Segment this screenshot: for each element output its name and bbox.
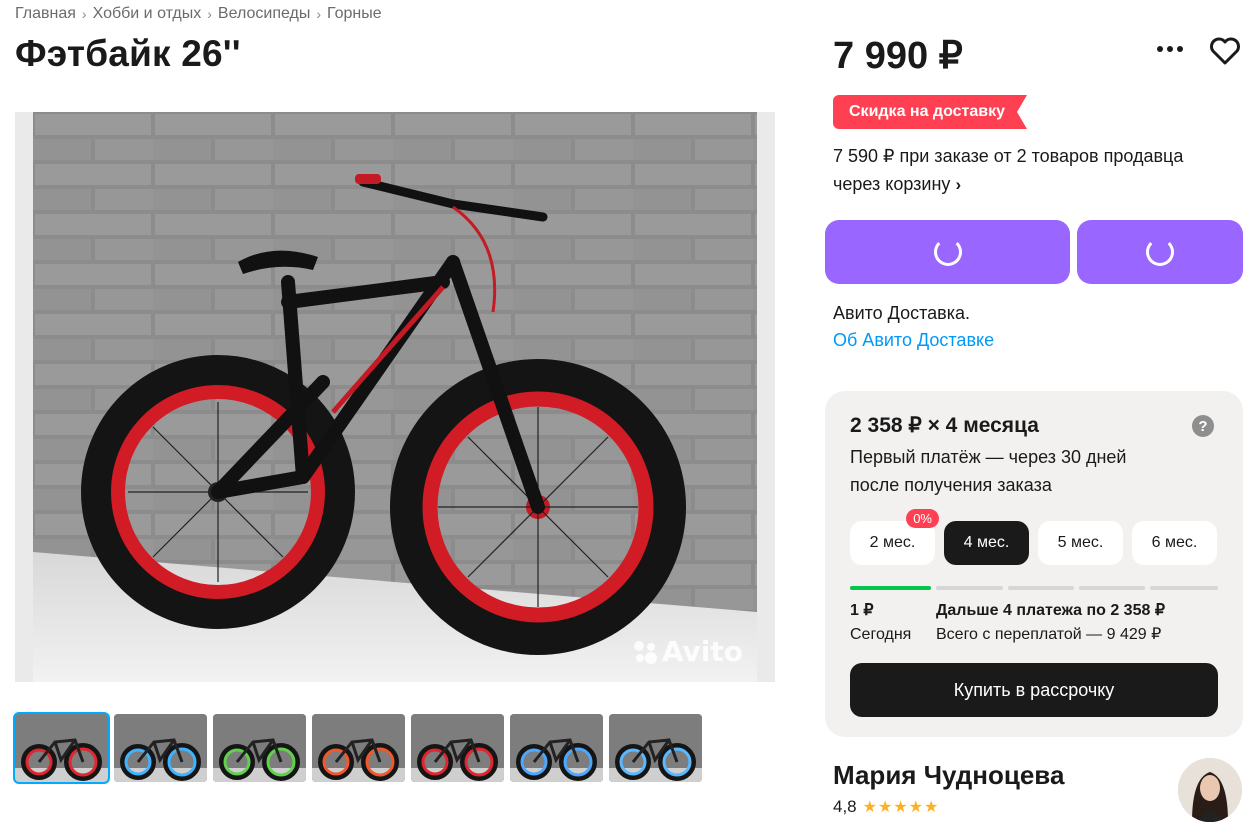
total-with-overpayment: Всего с переплатой — 9 429 ₽ xyxy=(936,626,1162,643)
discount-badge: Скидка на доставку xyxy=(833,95,1027,129)
price: 7 990 ₽ xyxy=(833,35,963,77)
term-4-months[interactable]: 4 мес. xyxy=(944,521,1029,565)
delivery-text: Авито Доставка. xyxy=(833,303,970,323)
first-payment-amount: 1 ₽ xyxy=(850,602,874,619)
thumbnail[interactable] xyxy=(510,714,603,782)
buy-with-delivery-button[interactable] xyxy=(825,220,1070,284)
chevron-right-icon: › xyxy=(955,175,962,194)
thumbnail[interactable] xyxy=(213,714,306,782)
term-6-months[interactable]: 6 мес. xyxy=(1132,521,1217,565)
rating-stars-icon: ★★★★★ xyxy=(862,799,940,816)
thumbnail-strip xyxy=(13,712,702,784)
progress-segment xyxy=(1008,586,1074,590)
term-label: 6 мес. xyxy=(1151,534,1198,551)
promo-line-1: 7 590 ₽ при заказе от 2 товаров продавца xyxy=(833,146,1184,166)
term-selector: 2 мес. 0% 4 мес. 5 мес. 6 мес. xyxy=(850,509,1217,565)
loading-spinner-icon xyxy=(1146,238,1174,266)
thumbnail[interactable] xyxy=(609,714,702,782)
progress-segment xyxy=(1150,586,1218,590)
breadcrumb-home[interactable]: Главная xyxy=(15,5,76,23)
thumbnail-image xyxy=(15,714,108,782)
heart-icon[interactable] xyxy=(1208,34,1242,68)
first-payment-when: Сегодня xyxy=(850,626,912,643)
thumbnail-image xyxy=(114,714,207,782)
about-delivery-link[interactable]: Об Авито Доставке xyxy=(833,330,994,350)
thumbnail-image xyxy=(510,714,603,782)
term-label: 4 мес. xyxy=(963,534,1010,551)
payment-progress xyxy=(850,586,1218,590)
term-5-months[interactable]: 5 мес. xyxy=(1038,521,1123,565)
seller-name[interactable]: Мария Чудноцева xyxy=(833,760,1064,791)
installment-headline: 2 358 ₽ × 4 месяца xyxy=(850,414,1039,437)
main-photo[interactable]: Avito xyxy=(15,112,775,682)
progress-segment xyxy=(1079,586,1145,590)
loading-spinner-icon xyxy=(933,238,962,266)
installment-subtitle-line-1: Первый платёж — через 30 дней xyxy=(850,447,1127,467)
promo-line-2[interactable]: через корзину › xyxy=(833,170,1233,199)
progress-segment xyxy=(936,586,1003,590)
thumbnail-image xyxy=(609,714,702,782)
seller-rating[interactable]: 4,8 ★★★★★ xyxy=(833,797,939,817)
breadcrumb-bicycles[interactable]: Велосипеды xyxy=(218,5,310,23)
thumbnail-image xyxy=(312,714,405,782)
thumbnail[interactable] xyxy=(312,714,405,782)
installment-card: 2 358 ₽ × 4 месяца ? Первый платёж — чер… xyxy=(825,391,1243,737)
page-title: Фэтбайк 26'' xyxy=(15,33,241,74)
breadcrumb: Главная › Хобби и отдых › Велосипеды › Г… xyxy=(15,5,382,23)
promo-cart-link[interactable]: через корзину xyxy=(833,174,950,194)
installment-subtitle: Первый платёж — через 30 дней после полу… xyxy=(850,443,1190,499)
installment-subtitle-line-2: после получения заказа xyxy=(850,475,1052,495)
thumbnail[interactable] xyxy=(411,714,504,782)
breadcrumb-hobby[interactable]: Хобби и отдых xyxy=(93,5,202,23)
term-2-months[interactable]: 2 мес. 0% xyxy=(850,509,939,565)
remaining-payments-title: Дальше 4 платежа по 2 358 ₽ xyxy=(936,602,1165,619)
term-label: 5 мес. xyxy=(1057,534,1104,551)
breadcrumb-separator: › xyxy=(207,6,212,22)
progress-segment xyxy=(850,586,931,590)
thumbnail[interactable] xyxy=(114,714,207,782)
thumbnail-image xyxy=(411,714,504,782)
multi-order-promo[interactable]: 7 590 ₽ при заказе от 2 товаров продавца… xyxy=(833,142,1233,199)
remaining-payments: Дальше 4 платежа по 2 358 ₽ Всего с пере… xyxy=(936,599,1165,647)
thumbnail-image xyxy=(213,714,306,782)
rating-value: 4,8 xyxy=(833,797,857,816)
avatar[interactable] xyxy=(1178,758,1242,822)
breadcrumb-separator: › xyxy=(81,6,87,22)
breadcrumb-mountain[interactable]: Горные xyxy=(327,5,382,23)
thumbnail[interactable] xyxy=(13,712,110,784)
zero-percent-badge: 0% xyxy=(906,509,939,528)
breadcrumb-separator: › xyxy=(316,6,322,22)
watermark-text: Avito xyxy=(661,635,743,668)
more-horizontal-icon[interactable] xyxy=(1155,36,1185,62)
help-icon[interactable]: ? xyxy=(1192,415,1214,437)
seller-avatar-image xyxy=(1178,758,1242,822)
first-payment: 1 ₽ Сегодня xyxy=(850,599,911,647)
add-to-cart-button[interactable] xyxy=(1077,220,1243,284)
delivery-info: Авито Доставка. Об Авито Доставке xyxy=(833,300,994,354)
bike-photo xyxy=(33,112,757,682)
avito-watermark: Avito xyxy=(632,635,743,668)
buy-installment-button[interactable]: Купить в рассрочку xyxy=(850,663,1218,717)
term-label: 2 мес. xyxy=(869,534,916,551)
avito-logo-icon xyxy=(633,640,657,664)
